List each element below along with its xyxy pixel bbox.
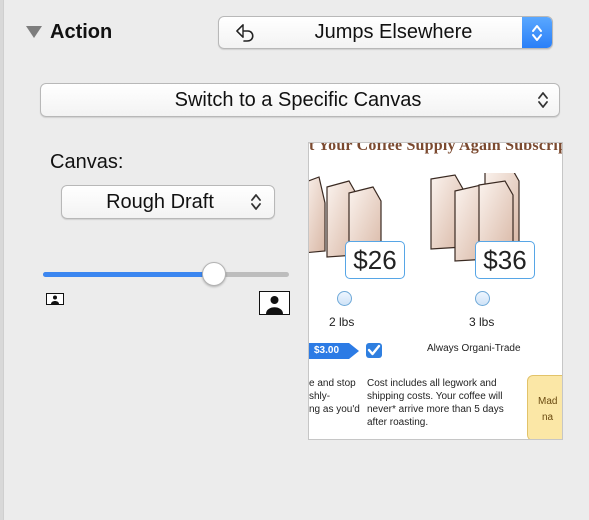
weight-label: 2 lbs xyxy=(329,315,355,329)
action-section-header[interactable]: Action xyxy=(26,18,112,46)
body-text-line: shly- xyxy=(309,391,331,402)
jump-arrow-icon xyxy=(229,22,265,44)
action-type-popup[interactable]: Jumps Elsewhere xyxy=(218,16,553,49)
checkbox xyxy=(366,343,382,358)
body-text-line: e and stop xyxy=(309,378,356,389)
body-text-line: after roasting. xyxy=(367,417,429,428)
zoom-slider-fill xyxy=(43,272,213,277)
large-preview-icon xyxy=(259,291,290,320)
promo-badge: Mad na xyxy=(527,375,562,439)
body-text-line: ng as you'd xyxy=(309,404,360,415)
badge-text: Mad xyxy=(538,396,558,407)
canvas-preview: t Your Coffee Supply Again Subscripti $2… xyxy=(308,142,563,440)
zoom-slider[interactable] xyxy=(43,262,289,286)
body-text-line: never* arrive more than 5 days xyxy=(367,404,504,415)
discount-text: $3.00 xyxy=(314,345,340,356)
preview-headline: t Your Coffee Supply Again Subscripti xyxy=(309,142,563,154)
section-title: Action xyxy=(50,20,113,43)
target-popup[interactable]: Switch to a Specific Canvas xyxy=(40,83,560,117)
badge-text: na xyxy=(542,412,554,423)
popup-arrows-icon xyxy=(535,90,551,110)
small-preview-icon xyxy=(46,292,64,310)
inspector-edge xyxy=(0,0,4,520)
radio-button xyxy=(475,291,490,306)
price-tag: $26 xyxy=(345,241,405,279)
popup-arrows-icon xyxy=(522,17,552,48)
canvas-value: Rough Draft xyxy=(106,190,214,213)
weight-label: 3 lbs xyxy=(469,315,495,329)
body-text-line: Cost includes all legwork and xyxy=(367,378,497,389)
target-value: Switch to a Specific Canvas xyxy=(174,88,422,111)
zoom-slider-knob[interactable] xyxy=(201,262,226,286)
canvas-popup[interactable]: Rough Draft xyxy=(61,185,275,219)
price-tag: $36 xyxy=(475,241,535,279)
action-type-value: Jumps Elsewhere xyxy=(314,21,473,43)
checkbox-label: Always Organi-Trade xyxy=(427,343,521,354)
disclosure-triangle-icon[interactable] xyxy=(26,26,42,38)
popup-arrows-icon xyxy=(248,192,264,212)
radio-button xyxy=(337,291,352,306)
canvas-label: Canvas: xyxy=(50,151,124,173)
body-text-line: shipping costs. Your coffee will xyxy=(367,391,503,402)
